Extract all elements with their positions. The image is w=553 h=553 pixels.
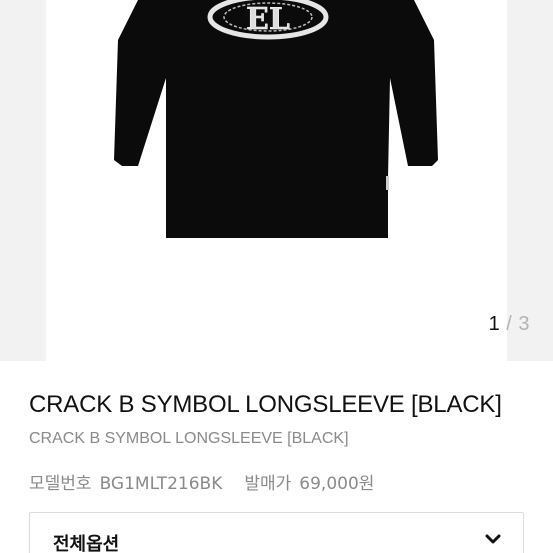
product-title: CRACK B SYMBOL LONGSLEEVE [BLACK] — [29, 391, 502, 418]
product-gallery[interactable]: EL 1 / 3 — [0, 0, 553, 361]
model-number-value: BG1MLT216BK — [99, 474, 223, 494]
product-subtitle: CRACK B SYMBOL LONGSLEEVE [BLACK] — [29, 430, 349, 447]
logo-text: EL — [246, 2, 290, 37]
product-meta: 모델번호 BG1MLT216BK 발매가 69,000원 — [29, 469, 374, 494]
chevron-down-icon — [485, 534, 501, 544]
release-price-label: 발매가 — [244, 474, 292, 494]
release-price-value: 69,000원 — [299, 474, 375, 494]
product-image: EL — [114, 0, 438, 238]
pager-current: 1 — [488, 313, 501, 335]
pager-separator: / — [506, 313, 513, 335]
pager-total: 3 — [518, 313, 530, 335]
gallery-slide[interactable]: EL — [46, 0, 507, 361]
model-number-label: 모델번호 — [29, 474, 92, 494]
all-options-label: 전체옵션 — [53, 534, 120, 553]
all-options-dropdown[interactable]: 전체옵션 — [29, 512, 524, 553]
gallery-pager: 1 / 3 — [489, 313, 530, 336]
